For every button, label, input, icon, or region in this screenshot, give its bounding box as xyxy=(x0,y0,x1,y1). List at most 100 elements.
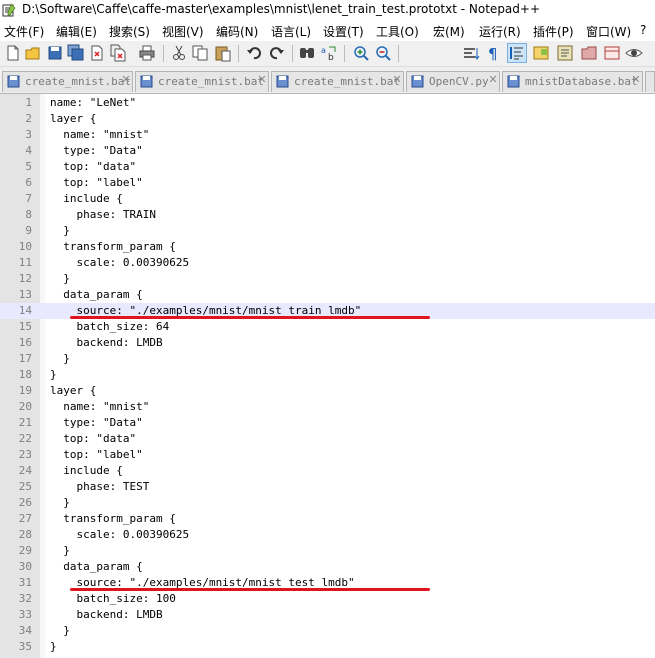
code-line[interactable]: 33 backend: LMDB xyxy=(0,607,655,623)
code-text: } xyxy=(50,272,70,285)
code-line[interactable]: 5 top: "data" xyxy=(0,159,655,175)
code-line[interactable]: 4 type: "Data" xyxy=(0,143,655,159)
find-icon[interactable] xyxy=(298,44,316,62)
zoom-out-icon[interactable] xyxy=(374,44,392,62)
code-line[interactable]: 21 type: "Data" xyxy=(0,415,655,431)
code-text: phase: TEST xyxy=(50,480,150,493)
menu-settings[interactable]: 设置(T) xyxy=(323,23,364,40)
code-line[interactable]: 24 include { xyxy=(0,463,655,479)
code-line[interactable]: 6 top: "label" xyxy=(0,175,655,191)
menu-view[interactable]: 视图(V) xyxy=(162,23,204,40)
tab-label: mnistDatabase.bat xyxy=(525,75,638,88)
code-line[interactable]: 27 transform_param { xyxy=(0,511,655,527)
file-tab[interactable]: OpenCV.py ✕ xyxy=(406,71,500,92)
cut-icon[interactable] xyxy=(170,44,188,62)
code-line[interactable]: 32 batch_size: 100 xyxy=(0,591,655,607)
menu-encoding[interactable]: 编码(N) xyxy=(216,23,258,40)
line-number: 25 xyxy=(18,480,32,493)
code-line[interactable]: 2 layer { xyxy=(0,111,655,127)
code-text: } xyxy=(50,640,57,653)
code-line[interactable]: 16 backend: LMDB xyxy=(0,335,655,351)
code-line[interactable]: 20 name: "mnist" xyxy=(0,399,655,415)
code-line[interactable]: 7 include { xyxy=(0,191,655,207)
line-number: 15 xyxy=(18,320,32,333)
code-line[interactable]: 19 layer { xyxy=(0,383,655,399)
file-tab[interactable]: create_mnist.bat ✕ xyxy=(135,71,269,92)
eye-icon[interactable] xyxy=(625,44,643,62)
tab-close-icon[interactable]: ✕ xyxy=(631,74,641,86)
save-icon[interactable] xyxy=(46,44,64,62)
file-tab[interactable]: create_mnist.bat ✕ xyxy=(271,71,404,92)
menu-window[interactable]: 窗口(W) xyxy=(586,23,631,40)
code-line[interactable]: 28 scale: 0.00390625 xyxy=(0,527,655,543)
code-line[interactable]: 25 phase: TEST xyxy=(0,479,655,495)
menu-edit[interactable]: 编辑(E) xyxy=(56,23,97,40)
menu-macro[interactable]: 宏(M) xyxy=(433,23,465,40)
menu-search[interactable]: 搜索(S) xyxy=(109,23,150,40)
word-wrap-icon[interactable]: ¶ xyxy=(484,44,502,62)
code-line[interactable]: 13 data_param { xyxy=(0,287,655,303)
file-tab[interactable]: create_mnist.bat ✕ xyxy=(2,71,133,92)
sync-vertical-icon[interactable] xyxy=(462,44,480,62)
menu-language[interactable]: 语言(L) xyxy=(271,23,311,40)
new-file-icon[interactable] xyxy=(4,44,22,62)
file-tab-overflow[interactable] xyxy=(645,71,655,92)
function-list-icon[interactable] xyxy=(556,44,574,62)
code-text: data_param { xyxy=(50,560,143,573)
code-line[interactable]: 23 top: "label" xyxy=(0,447,655,463)
line-number: 1 xyxy=(25,96,32,109)
code-line[interactable]: 1 name: "LeNet" xyxy=(0,95,655,111)
code-line[interactable]: 9 } xyxy=(0,223,655,239)
menu-help[interactable]: ? xyxy=(640,23,646,37)
code-text: name: "mnist" xyxy=(50,400,150,413)
tab-close-icon[interactable]: ✕ xyxy=(392,74,402,86)
menu-run[interactable]: 运行(R) xyxy=(479,23,521,40)
redo-icon[interactable] xyxy=(268,44,286,62)
tab-close-icon[interactable]: ✕ xyxy=(121,74,131,86)
save-icon xyxy=(140,75,153,88)
code-editor[interactable]: 1 name: "LeNet" 2 layer {3 name: "mnist" 4 t… xyxy=(0,94,655,658)
menu-file[interactable]: 文件(F) xyxy=(4,23,44,40)
monitoring-icon[interactable] xyxy=(603,44,621,62)
code-line[interactable]: 3 name: "mnist" xyxy=(0,127,655,143)
svg-text:¶: ¶ xyxy=(488,45,498,62)
code-line[interactable]: 15 batch_size: 64 xyxy=(0,319,655,335)
svg-text:b: b xyxy=(328,53,334,62)
close-all-icon[interactable] xyxy=(109,44,127,62)
close-icon[interactable] xyxy=(88,44,106,62)
code-line[interactable]: 34 } xyxy=(0,623,655,639)
code-line[interactable]: 29 } xyxy=(0,543,655,559)
replace-icon[interactable]: ab xyxy=(320,44,338,62)
code-line[interactable]: 11 scale: 0.00390625 xyxy=(0,255,655,271)
code-text: } xyxy=(50,224,70,237)
doc-map-icon[interactable] xyxy=(532,44,550,62)
code-line[interactable]: 26 } xyxy=(0,495,655,511)
code-line[interactable]: 22 top: "data" xyxy=(0,431,655,447)
save-all-icon[interactable] xyxy=(67,44,85,62)
zoom-in-icon[interactable] xyxy=(352,44,370,62)
code-line[interactable]: 8 phase: TRAIN xyxy=(0,207,655,223)
file-tab[interactable]: mnistDatabase.bat ✕ xyxy=(502,71,643,92)
tab-close-icon[interactable]: ✕ xyxy=(488,74,498,86)
save-icon xyxy=(276,75,289,88)
code-line[interactable]: 18} xyxy=(0,367,655,383)
menu-tools[interactable]: 工具(O) xyxy=(376,23,419,40)
paste-icon[interactable] xyxy=(214,44,232,62)
tab-close-icon[interactable]: ✕ xyxy=(257,74,267,86)
line-number: 5 xyxy=(25,160,32,173)
code-line[interactable]: 17 } xyxy=(0,351,655,367)
copy-icon[interactable] xyxy=(191,44,209,62)
folder-as-workspace-icon[interactable] xyxy=(580,44,598,62)
open-file-icon[interactable] xyxy=(24,44,42,62)
code-line[interactable]: 30 data_param { xyxy=(0,559,655,575)
code-text: scale: 0.00390625 xyxy=(50,528,190,541)
indent-guide-icon[interactable] xyxy=(507,43,527,63)
print-icon[interactable] xyxy=(138,44,156,62)
undo-icon[interactable] xyxy=(245,44,263,62)
code-line[interactable]: 12 } xyxy=(0,271,655,287)
code-line[interactable]: 35} xyxy=(0,639,655,655)
code-text: } xyxy=(50,624,70,637)
code-text: data_param { xyxy=(50,288,143,301)
menu-plugins[interactable]: 插件(P) xyxy=(533,23,574,40)
code-line[interactable]: 10 transform_param { xyxy=(0,239,655,255)
